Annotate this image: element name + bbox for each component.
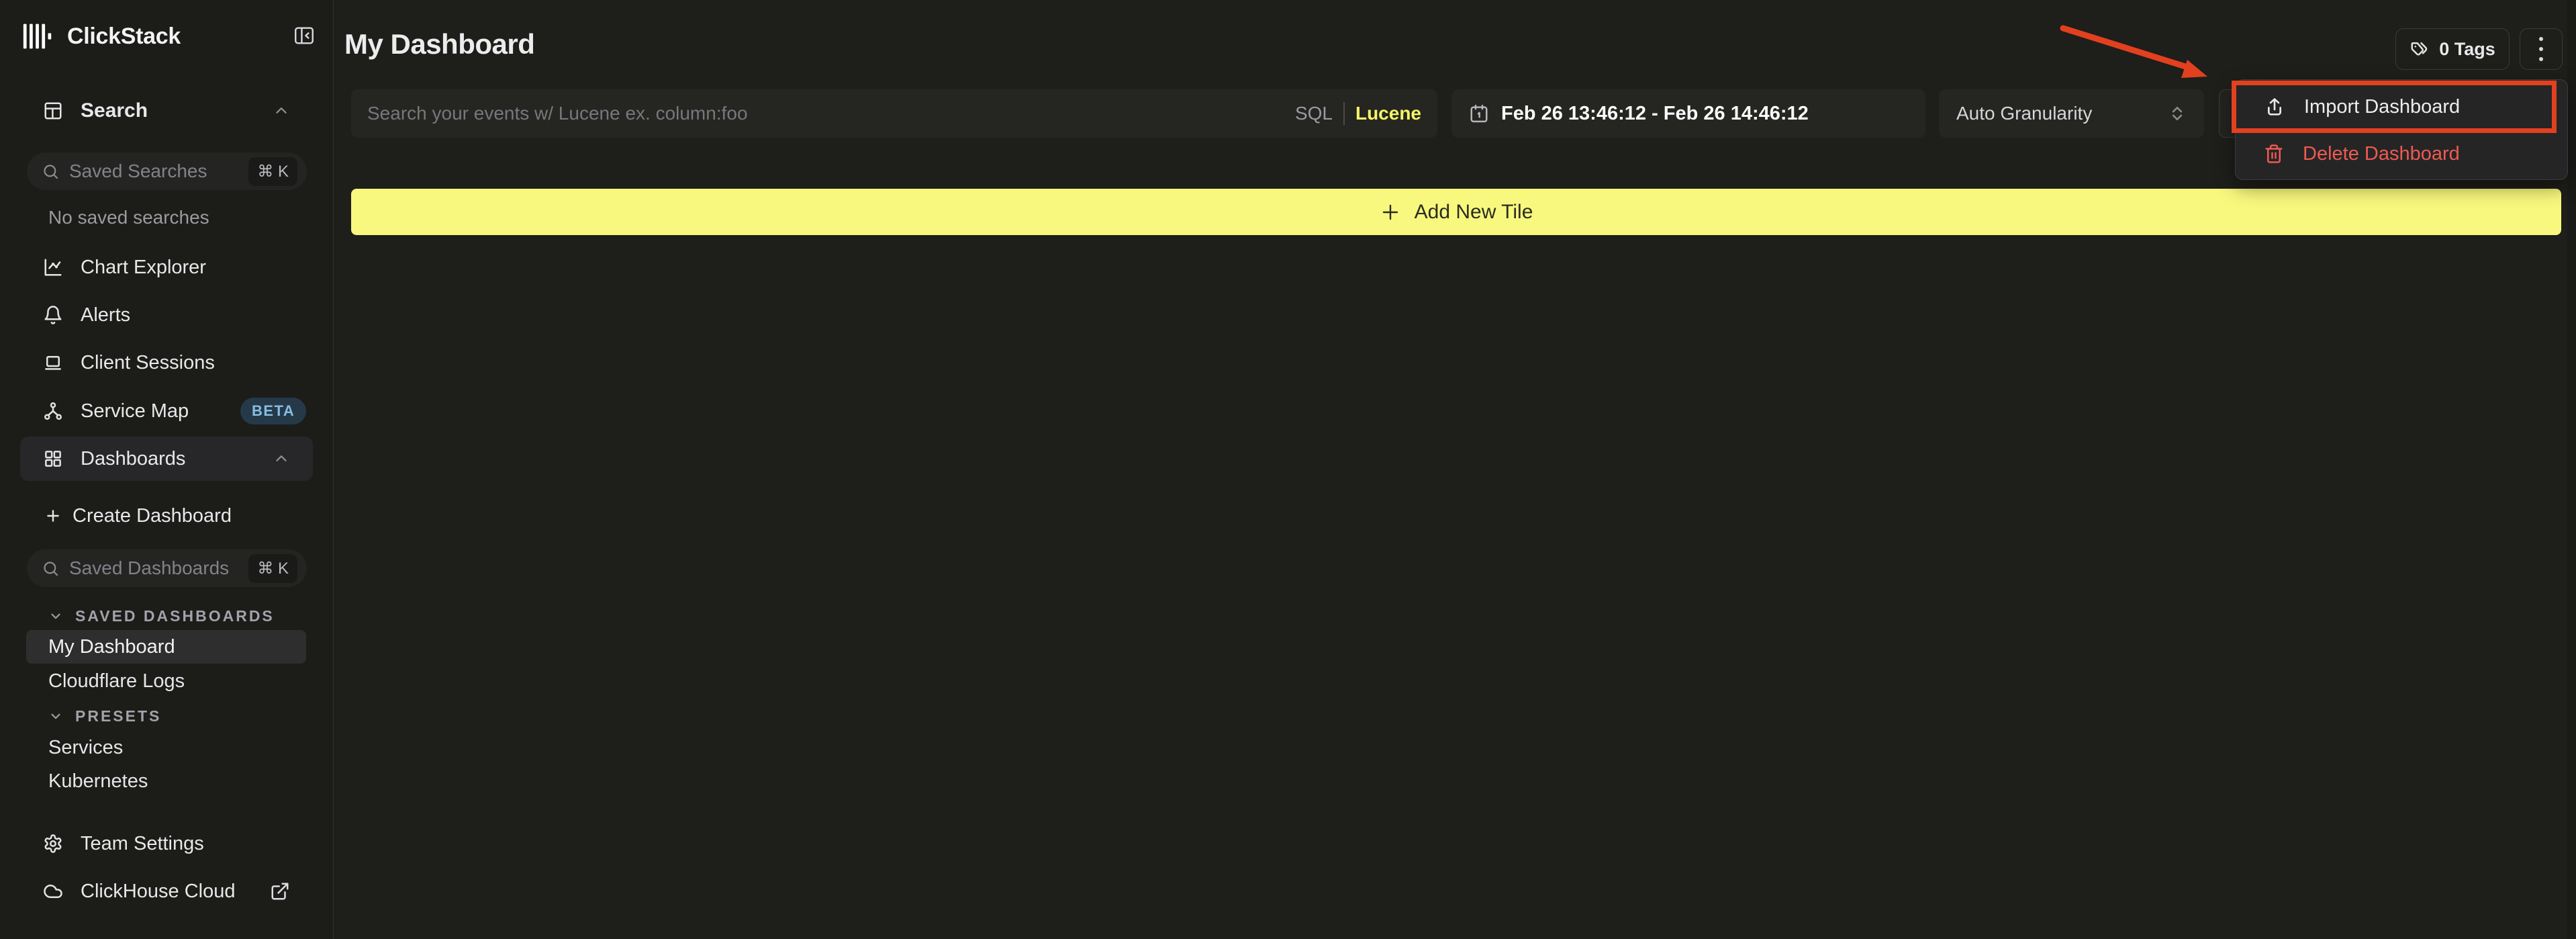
kebab-menu-icon [2539, 37, 2543, 61]
calendar-icon [1469, 103, 1489, 124]
app-root: ClickStack Search ⌘ K No saved [0, 0, 2576, 939]
sidebar-item-alerts[interactable]: Alerts [0, 296, 333, 334]
sidebar-item-dashboards[interactable]: Dashboards [0, 437, 333, 481]
sidebar-item-label: Dashboards [81, 448, 185, 470]
menu-item-label: Delete Dashboard [2303, 143, 2460, 165]
saved-dashboards-search[interactable]: ⌘ K [27, 549, 307, 587]
create-dashboard-label: Create Dashboard [73, 505, 232, 527]
dashboard-options-menu: Import Dashboard Delete Dashboard [2235, 79, 2568, 180]
select-chevrons-icon [2168, 104, 2187, 123]
list-item-label: Kubernetes [48, 770, 148, 793]
saved-dashboards-input[interactable] [69, 557, 248, 579]
tags-count-label: 0 Tags [2439, 39, 2495, 60]
plus-icon [1380, 202, 1401, 223]
sidebar-item-label: Alerts [81, 304, 130, 326]
time-range-value: Feb 26 13:46:12 - Feb 26 14:46:12 [1501, 103, 1809, 125]
laptop-icon [43, 353, 63, 373]
no-saved-searches-note: No saved searches [0, 206, 333, 230]
add-new-tile-button[interactable]: Add New Tile [351, 189, 2561, 235]
sidebar-item-chart-explorer[interactable]: Chart Explorer [0, 249, 333, 286]
preset-list-item-kubernetes[interactable]: Kubernetes [0, 765, 333, 797]
chevron-up-icon [273, 102, 290, 120]
beta-badge: BETA [240, 398, 306, 424]
sidebar: ClickStack Search ⌘ K No saved [0, 0, 334, 939]
menu-item-delete-dashboard[interactable]: Delete Dashboard [2236, 130, 2567, 177]
menu-item-import-dashboard[interactable]: Import Dashboard [2236, 83, 2567, 130]
section-presets[interactable]: PRESETS [0, 704, 333, 728]
dashboard-list-item-my-dashboard[interactable]: My Dashboard [0, 630, 333, 664]
search-page-icon [43, 101, 63, 121]
event-search-bar[interactable]: SQL Lucene [351, 89, 1437, 138]
list-item-label: Services [48, 737, 123, 759]
tags-icon [2410, 39, 2430, 59]
scroll-gutter [2567, 0, 2576, 939]
saved-searches-input[interactable] [69, 161, 248, 182]
plus-icon [44, 507, 62, 525]
gear-icon [43, 834, 63, 854]
app-title: ClickStack [67, 24, 181, 50]
search-icon [42, 560, 60, 578]
list-item-label: My Dashboard [48, 636, 175, 658]
shortcut-badge: ⌘ K [248, 157, 297, 186]
sidebar-item-label: Search [81, 99, 148, 122]
chevron-up-icon [273, 450, 290, 467]
page-title: My Dashboard [344, 28, 534, 60]
sidebar-item-label: Chart Explorer [81, 257, 206, 279]
granularity-select[interactable]: Auto Granularity [1939, 89, 2204, 138]
external-link-icon [270, 881, 290, 901]
chart-explorer-icon [43, 257, 63, 277]
search-icon [42, 163, 60, 181]
sidebar-item-label: Service Map [81, 400, 189, 422]
upload-icon [2264, 96, 2285, 118]
cloud-icon [43, 881, 63, 901]
main-content: My Dashboard 0 Tags SQL Lucene Feb 26 13… [334, 0, 2576, 939]
sidebar-item-search[interactable]: Search [0, 96, 333, 126]
section-title: SAVED DASHBOARDS [75, 607, 275, 625]
add-new-tile-label: Add New Tile [1415, 201, 1533, 224]
chevron-down-icon [48, 709, 63, 723]
sidebar-item-label: Client Sessions [81, 352, 215, 374]
divider [1343, 102, 1345, 125]
chevron-down-icon [48, 609, 63, 623]
menu-item-label: Import Dashboard [2304, 96, 2460, 118]
bell-icon [43, 305, 63, 325]
saved-searches-search[interactable]: ⌘ K [27, 152, 307, 190]
trash-icon [2264, 144, 2284, 164]
sql-mode-button[interactable]: SQL [1295, 103, 1333, 124]
preset-list-item-services[interactable]: Services [0, 731, 333, 764]
service-map-icon [43, 401, 63, 421]
shortcut-badge: ⌘ K [248, 554, 297, 583]
section-saved-dashboards[interactable]: SAVED DASHBOARDS [0, 604, 333, 628]
dashboard-list-item-cloudflare-logs[interactable]: Cloudflare Logs [0, 665, 333, 697]
query-language-toggle: SQL Lucene [1295, 102, 1421, 125]
event-search-input[interactable] [367, 103, 1295, 124]
sidebar-item-client-sessions[interactable]: Client Sessions [0, 344, 333, 382]
sidebar-item-label: Team Settings [81, 833, 204, 855]
granularity-value: Auto Granularity [1956, 103, 2168, 124]
sidebar-item-clickhouse-cloud[interactable]: ClickHouse Cloud [0, 873, 333, 910]
list-item-label: Cloudflare Logs [48, 670, 185, 692]
tags-button[interactable]: 0 Tags [2395, 28, 2510, 70]
annotation-arrow [2051, 19, 2219, 86]
create-dashboard-button[interactable]: Create Dashboard [0, 497, 333, 535]
sidebar-item-label: ClickHouse Cloud [81, 881, 236, 903]
lucene-mode-button[interactable]: Lucene [1355, 103, 1421, 124]
sidebar-item-service-map[interactable]: Service Map BETA [0, 392, 333, 430]
section-title: PRESETS [75, 707, 161, 725]
panel-collapse-icon [293, 24, 316, 47]
sidebar-header: ClickStack [0, 19, 333, 54]
clickstack-logo-icon [22, 21, 52, 51]
sidebar-item-team-settings[interactable]: Team Settings [0, 825, 333, 862]
dashboards-grid-icon [43, 449, 63, 469]
time-range-picker[interactable]: Feb 26 13:46:12 - Feb 26 14:46:12 [1451, 89, 1925, 138]
more-options-button[interactable] [2520, 28, 2563, 70]
sidebar-collapse-button[interactable] [289, 20, 320, 51]
